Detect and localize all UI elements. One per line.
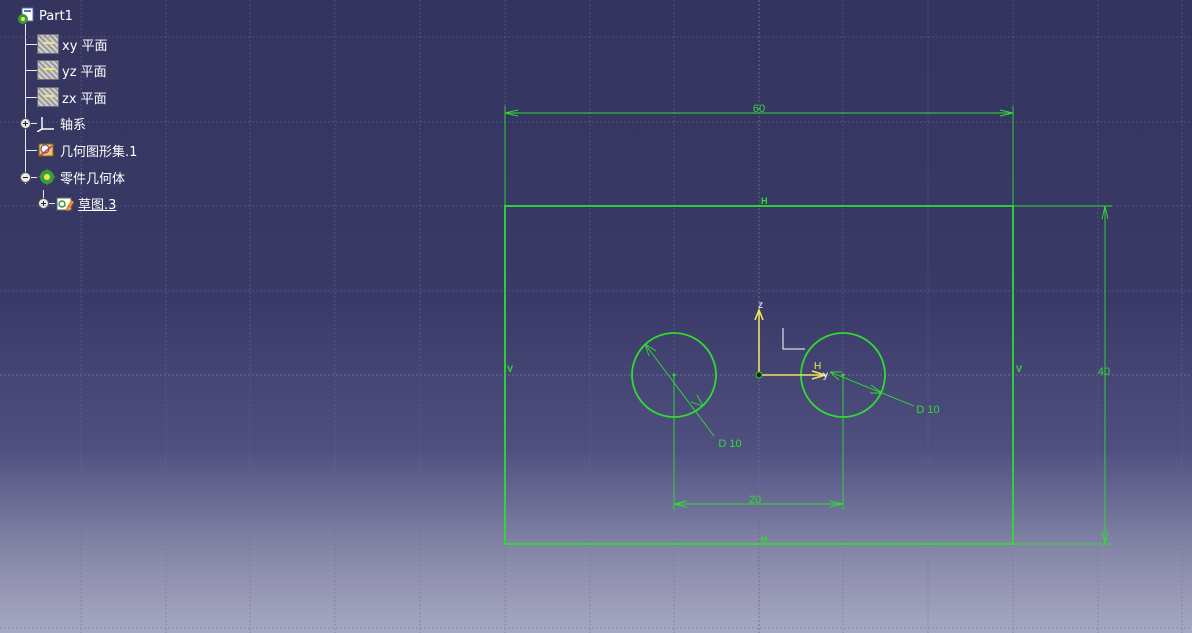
axis-label-y: y [823, 370, 828, 381]
sketch-orientation-glyph [782, 328, 805, 350]
dimensions [504, 106, 1112, 545]
annotation-labels: 60 40 20 D 10 D 10 H H V V z y H [507, 103, 1110, 544]
constraint-left-vertical: V [507, 364, 513, 374]
dim-leader-diameter-left [644, 343, 715, 437]
constraint-right-vertical: V [1016, 364, 1022, 374]
constraint-top-horizontal: H [761, 196, 768, 206]
dim-label-width: 60 [753, 103, 765, 115]
dim-label-diameter-right: D 10 [916, 404, 939, 416]
axis-label-z: z [758, 300, 763, 311]
dim-label-diameter-left: D 10 [718, 438, 741, 450]
hole-center-left [672, 373, 676, 377]
hole-center-right [841, 373, 845, 377]
sketch-canvas[interactable]: 60 40 20 D 10 D 10 H H V V z y H [0, 0, 1192, 633]
dim-label-spacing: 20 [749, 494, 761, 506]
sketch-origin [755, 371, 763, 379]
axis-label-h: H [814, 361, 821, 372]
constraint-bottom-horizontal: H [761, 534, 768, 544]
dim-label-height: 40 [1098, 366, 1110, 378]
